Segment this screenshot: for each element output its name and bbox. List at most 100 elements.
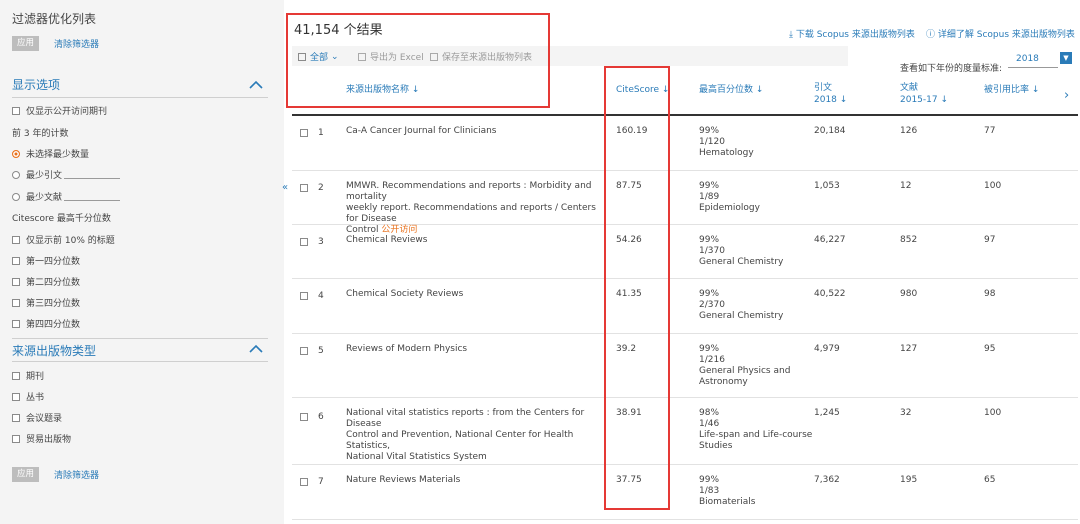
checkbox-icon[interactable]: [12, 298, 20, 307]
quartile-1-filter[interactable]: 第一四分位数: [12, 254, 80, 267]
table-row[interactable]: 2 MMWR. Recommendations and reports : Mo…: [292, 171, 1078, 235]
checkbox-icon[interactable]: [12, 106, 20, 115]
row-checkbox[interactable]: [300, 184, 308, 192]
header-documents[interactable]: 文献 2015-17 ↓: [900, 82, 948, 106]
checkbox-icon[interactable]: [12, 371, 20, 380]
radio-icon[interactable]: [12, 170, 20, 179]
checkbox-icon[interactable]: [12, 434, 20, 443]
chevron-right-icon[interactable]: ›: [1064, 88, 1069, 103]
quartile-4-filter[interactable]: 第四四分位数: [12, 317, 80, 330]
source-title[interactable]: National vital statistics reports : from…: [346, 408, 610, 463]
checkbox-icon[interactable]: [12, 413, 20, 422]
header-cited-ratio[interactable]: 被引用比率 ↓: [984, 84, 1039, 96]
row-checkbox[interactable]: [300, 478, 308, 486]
header-citations[interactable]: 引文 2018 ↓: [814, 82, 847, 106]
radio-min-citations[interactable]: 最少引文: [12, 168, 121, 181]
table-row[interactable]: 4 Chemical Society Reviews 41.35 99% 2/37…: [292, 279, 1078, 334]
radio-no-minimum[interactable]: 未选择最少数量: [12, 147, 89, 160]
row-checkbox[interactable]: [300, 347, 308, 355]
quartile-3-label: 第三四分位数: [26, 299, 81, 309]
category-link[interactable]: General Chemistry: [699, 257, 783, 268]
category-link[interactable]: General Chemistry: [699, 311, 783, 322]
checkbox-icon[interactable]: [12, 235, 20, 244]
checkbox-icon[interactable]: [12, 277, 20, 286]
top10-filter[interactable]: 仅显示前 10% 的标题: [12, 233, 115, 246]
percentile-value: 99%: [699, 126, 720, 136]
source-title[interactable]: Ca-A Cancer Journal for Clinicians: [346, 126, 608, 137]
cited-ratio-value: 100: [984, 408, 1002, 418]
year-select-underline: [1008, 67, 1058, 68]
source-title[interactable]: Reviews of Modern Physics: [346, 344, 608, 355]
checkbox-icon[interactable]: [12, 256, 20, 265]
learn-more-link[interactable]: ⓘ 详细了解 Scopus 来源出版物列表: [926, 27, 1075, 40]
documents-value: 12: [900, 181, 912, 191]
row-checkbox[interactable]: [300, 238, 308, 246]
table-row[interactable]: 7 Nature Reviews Materials 37.75 99% 1/83…: [292, 465, 1078, 520]
source-type-heading[interactable]: 来源出版物类型: [12, 342, 96, 359]
source-title-line: National vital statistics reports : from…: [346, 408, 585, 429]
open-access-filter[interactable]: 仅显示公开访问期刊: [12, 104, 107, 117]
radio-selected-icon[interactable]: [12, 149, 20, 158]
apply-button[interactable]: 应用: [12, 36, 40, 51]
row-number: 2: [318, 183, 324, 193]
table-row[interactable]: 6 National vital statistics reports : fr…: [292, 398, 1078, 465]
row-checkbox[interactable]: [300, 413, 308, 421]
book-series-filter[interactable]: 丛书: [12, 390, 44, 403]
apply-button-bottom[interactable]: 应用: [12, 467, 40, 482]
documents-value: 32: [900, 408, 912, 418]
category-link-cont[interactable]: Studies: [699, 441, 812, 452]
clear-filters-link[interactable]: 清除筛选器: [54, 37, 99, 50]
journal-filter[interactable]: 期刊: [12, 369, 44, 382]
quartile-4-label: 第四四分位数: [26, 320, 81, 330]
trade-publication-filter[interactable]: 贸易出版物: [12, 432, 71, 445]
chevron-down-icon[interactable]: ▼: [1060, 52, 1072, 64]
min-citations-input[interactable]: [64, 170, 121, 179]
percentile-cell: 98% 1/46 Life-span and Life-course Studies: [699, 408, 812, 452]
divider: [12, 361, 268, 362]
citations-value: 7,362: [814, 475, 840, 485]
percentile-cell: 99% 1/83 Biomaterials: [699, 475, 755, 508]
clear-filters-link-bottom[interactable]: 清除筛选器: [54, 468, 99, 481]
radio-icon[interactable]: [12, 192, 20, 201]
source-title[interactable]: Chemical Society Reviews: [346, 289, 608, 300]
row-checkbox[interactable]: [300, 129, 308, 137]
row-number: 4: [318, 291, 324, 301]
chevron-up-icon[interactable]: [249, 344, 263, 354]
row-checkbox[interactable]: [300, 292, 308, 300]
row-number: 5: [318, 346, 324, 356]
quartile-3-filter[interactable]: 第三四分位数: [12, 296, 80, 309]
category-link[interactable]: Epidemiology: [699, 203, 760, 214]
cited-ratio-value: 65: [984, 475, 996, 485]
row-number: 7: [318, 477, 324, 487]
percentile-cell: 99% 1/370 General Chemistry: [699, 235, 783, 268]
open-access-label: 仅显示公开访问期刊: [26, 107, 108, 117]
category-link[interactable]: Life-span and Life-course: [699, 430, 812, 441]
source-title[interactable]: Chemical Reviews: [346, 235, 608, 246]
table-row[interactable]: 3 Chemical Reviews 54.26 99% 1/370 General…: [292, 225, 1078, 279]
conference-filter[interactable]: 会议题录: [12, 411, 62, 424]
category-link[interactable]: Hematology: [699, 148, 754, 159]
checkbox-icon[interactable]: [12, 319, 20, 328]
header-percentile[interactable]: 最高百分位数 ↓: [699, 84, 763, 96]
checkbox-icon[interactable]: [12, 392, 20, 401]
display-options-heading[interactable]: 显示选项: [12, 76, 60, 93]
download-source-list-link[interactable]: ⤓ 下载 Scopus 来源出版物列表: [789, 27, 915, 40]
cited-ratio-value: 98: [984, 289, 996, 299]
source-title-line: Reviews of Modern Physics: [346, 344, 468, 354]
conference-label: 会议题录: [26, 414, 63, 424]
metric-year-select[interactable]: 2018: [1016, 54, 1039, 64]
category-link[interactable]: General Physics and: [699, 366, 790, 377]
table-row[interactable]: 1 Ca-A Cancer Journal for Clinicians 160…: [292, 116, 1078, 171]
divider: [12, 97, 268, 98]
category-link-cont[interactable]: Astronomy: [699, 377, 790, 388]
header-citations-label: 引文: [814, 83, 833, 93]
category-link[interactable]: Biomaterials: [699, 497, 755, 508]
documents-value: 195: [900, 475, 918, 485]
quartile-2-filter[interactable]: 第二四分位数: [12, 275, 80, 288]
min-documents-input[interactable]: [64, 192, 121, 201]
table-row[interactable]: 5 Reviews of Modern Physics 39.2 99% 1/21…: [292, 334, 1078, 398]
source-title[interactable]: Nature Reviews Materials: [346, 475, 608, 486]
journal-label: 期刊: [26, 372, 45, 382]
radio-min-documents[interactable]: 最少文献: [12, 190, 121, 203]
chevron-up-icon[interactable]: [249, 80, 263, 90]
